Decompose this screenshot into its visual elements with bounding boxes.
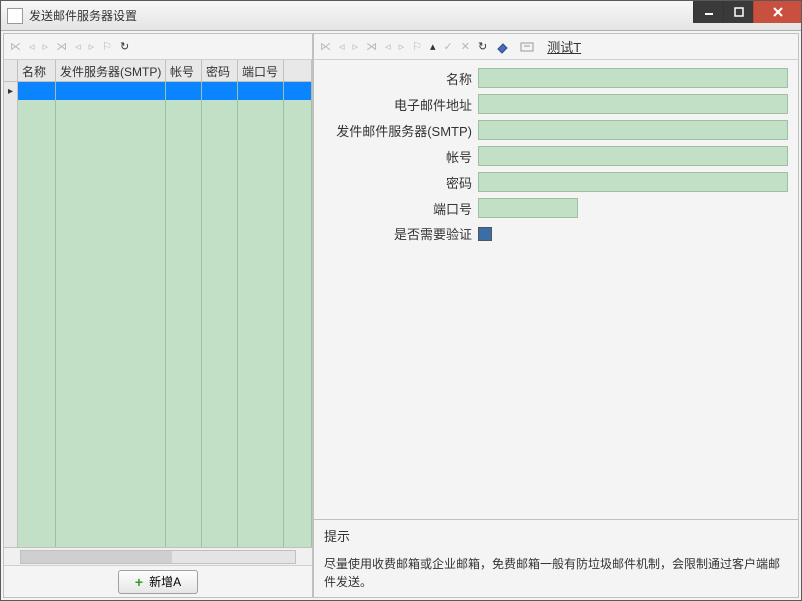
label-email: 电子邮件地址: [314, 95, 478, 114]
nav-last-icon: ⋊: [56, 40, 67, 53]
right-toolbar: ⋉ ◃ ▹ ⋊ ◃ ▹ ⚐ ▴ ✓ ✕ ↻ 测试T: [314, 34, 798, 60]
bookmark-icon: ⚐: [102, 40, 112, 53]
col-password[interactable]: 密码: [202, 60, 238, 81]
content: ⋉ ◃ ▹ ⋊ ◃ ▹ ⚐ ↻ 名称 发件服务器(SMTP) 帐号 密码 端口号: [1, 31, 801, 600]
nav-first-icon: ⋉: [320, 40, 331, 53]
horizontal-scrollbar[interactable]: [4, 547, 312, 565]
right-panel: ⋉ ◃ ▹ ⋊ ◃ ▹ ⚐ ▴ ✓ ✕ ↻ 测试T: [313, 33, 799, 598]
grid[interactable]: 名称 发件服务器(SMTP) 帐号 密码 端口号 ▸: [4, 60, 312, 565]
nav-prev2-icon: ◃: [75, 40, 81, 53]
tip-heading: 提示: [324, 526, 788, 545]
input-email[interactable]: [478, 94, 788, 114]
col-port[interactable]: 端口号: [238, 60, 284, 81]
close-button[interactable]: [753, 1, 801, 23]
nav-first-icon: ⋉: [10, 40, 21, 53]
input-name[interactable]: [478, 68, 788, 88]
row-indicator-header: [4, 60, 18, 81]
col-account[interactable]: 帐号: [166, 60, 202, 81]
cancel-icon: ✕: [461, 40, 470, 53]
window-title: 发送邮件服务器设置: [29, 7, 693, 24]
left-bottom-bar: + 新增A: [4, 565, 312, 597]
test-button[interactable]: 测试T: [547, 37, 581, 56]
maximize-button[interactable]: [723, 1, 753, 23]
eraser-icon[interactable]: [495, 39, 511, 55]
window: 发送邮件服务器设置 ⋉ ◃ ▹ ⋊ ◃ ▹ ⚐ ↻: [0, 0, 802, 601]
col-smtp[interactable]: 发件服务器(SMTP): [56, 60, 166, 81]
grid-header: 名称 发件服务器(SMTP) 帐号 密码 端口号: [4, 60, 312, 82]
label-smtp: 发件邮件服务器(SMTP): [314, 121, 478, 140]
nav-next-icon: ▹: [353, 40, 359, 53]
col-extra: [284, 60, 312, 81]
nav-prev-icon: ◃: [29, 40, 35, 53]
nav-next2-icon: ▹: [399, 40, 405, 53]
checkbox-auth[interactable]: [478, 227, 492, 241]
app-icon: [7, 8, 23, 24]
grid-body[interactable]: ▸: [4, 82, 312, 547]
triangle-up-icon[interactable]: ▴: [430, 40, 436, 53]
label-port: 端口号: [314, 199, 478, 218]
tip-body: 尽量使用收费邮箱或企业邮箱，免费邮箱一般有防垃圾邮件机制，会限制通过客户端邮件发…: [324, 555, 788, 591]
row-pointer-icon: ▸: [4, 82, 17, 100]
input-smtp[interactable]: [478, 120, 788, 140]
titlebar: 发送邮件服务器设置: [1, 1, 801, 31]
label-account: 帐号: [314, 147, 478, 166]
nav-next-icon: ▹: [43, 40, 49, 53]
bookmark-icon: ⚐: [412, 40, 422, 53]
label-name: 名称: [314, 69, 478, 88]
form: 名称 电子邮件地址 发件邮件服务器(SMTP) 帐号: [314, 60, 798, 253]
nav-last-icon: ⋊: [366, 40, 377, 53]
left-panel: ⋉ ◃ ▹ ⋊ ◃ ▹ ⚐ ↻ 名称 发件服务器(SMTP) 帐号 密码 端口号: [3, 33, 313, 598]
nav-prev2-icon: ◃: [385, 40, 391, 53]
input-port[interactable]: [478, 198, 578, 218]
nav-next2-icon: ▹: [89, 40, 95, 53]
minimize-button[interactable]: [693, 1, 723, 23]
refresh-icon[interactable]: ↻: [478, 40, 487, 53]
undo-icon: ✓: [444, 40, 453, 53]
input-account[interactable]: [478, 146, 788, 166]
label-password: 密码: [314, 173, 478, 192]
refresh-icon[interactable]: ↻: [120, 40, 129, 53]
col-name[interactable]: 名称: [18, 60, 56, 81]
goto-icon[interactable]: [519, 39, 535, 55]
input-password[interactable]: [478, 172, 788, 192]
table-row[interactable]: [18, 82, 312, 100]
left-toolbar: ⋉ ◃ ▹ ⋊ ◃ ▹ ⚐ ↻: [4, 34, 312, 60]
add-button-label: 新增A: [149, 573, 181, 590]
plus-icon: +: [135, 574, 143, 590]
nav-prev-icon: ◃: [339, 40, 345, 53]
tip-section: 提示 尽量使用收费邮箱或企业邮箱，免费邮箱一般有防垃圾邮件机制，会限制通过客户端…: [314, 519, 798, 597]
form-area-wrap: 名称 电子邮件地址 发件邮件服务器(SMTP) 帐号: [314, 60, 798, 597]
window-controls: [693, 1, 801, 23]
label-auth: 是否需要验证: [314, 224, 478, 243]
add-button[interactable]: + 新增A: [118, 570, 198, 594]
